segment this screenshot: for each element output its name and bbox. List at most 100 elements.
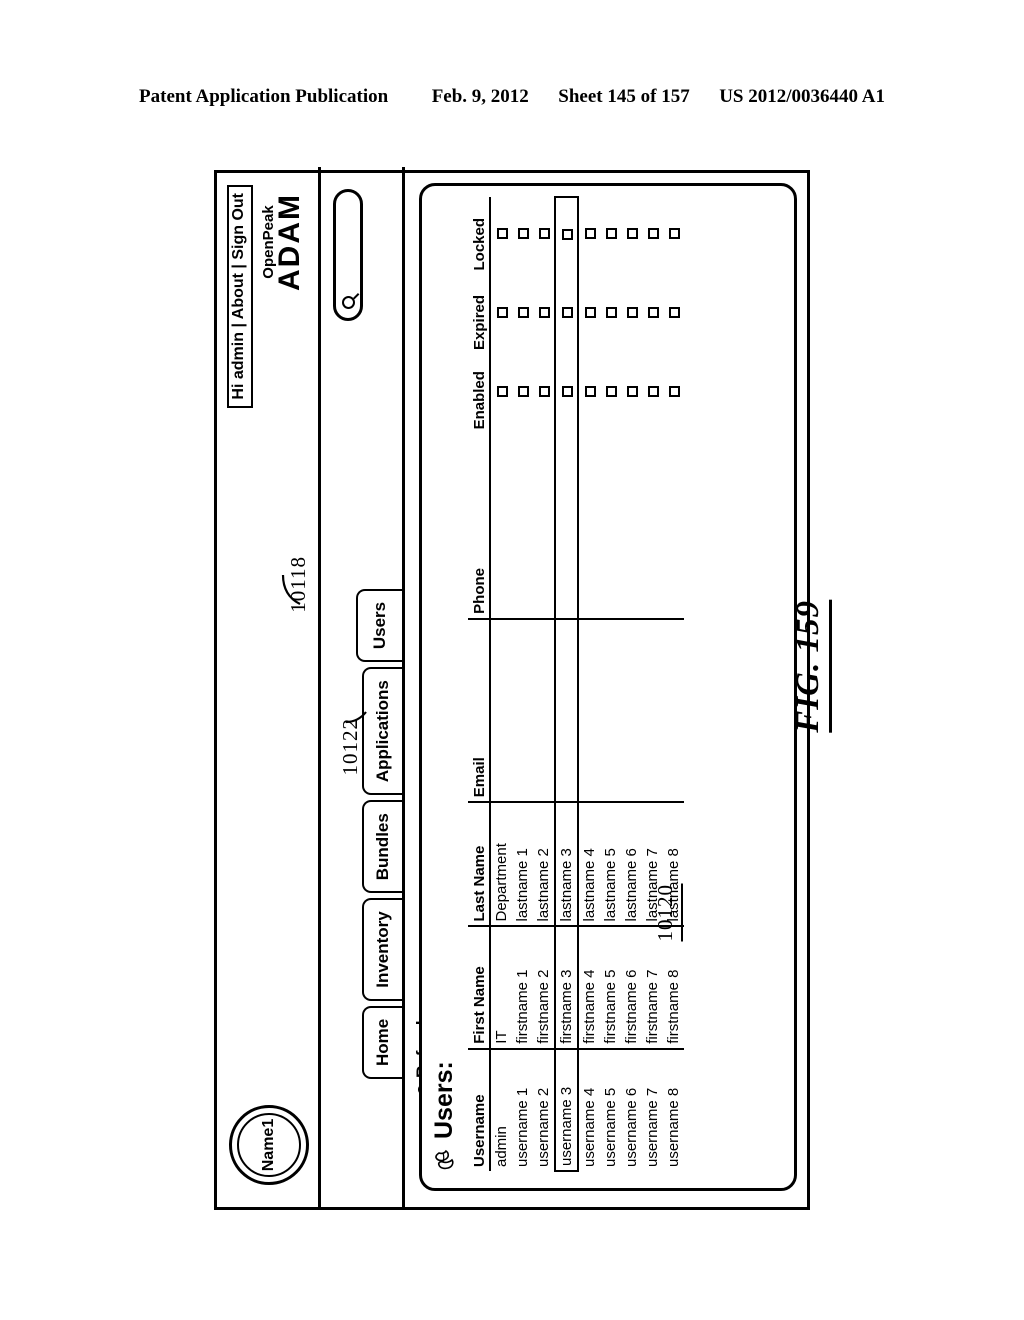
tab-users-label: Users xyxy=(370,601,389,650)
expired-checkbox[interactable] xyxy=(561,306,573,318)
expired-checkbox[interactable] xyxy=(584,306,596,318)
cell-username: username 5 xyxy=(600,1048,621,1171)
expired-checkbox[interactable] xyxy=(668,306,680,318)
reference-numeral-10118: 10118 xyxy=(286,556,310,613)
column-header-email[interactable]: Email xyxy=(468,618,490,803)
tab-bundles-label: Bundles xyxy=(373,813,392,881)
cell-first-name: firstname 6 xyxy=(621,926,642,1049)
table-header-row: Username First Name Last Name Email Phon… xyxy=(468,197,490,1171)
cell-email xyxy=(578,618,600,803)
cell-username: username 2 xyxy=(533,1048,555,1171)
locked-checkbox[interactable] xyxy=(538,228,550,240)
locked-checkbox[interactable] xyxy=(605,228,617,240)
cell-enabled xyxy=(600,354,621,433)
expired-checkbox[interactable] xyxy=(605,306,617,318)
expired-checkbox[interactable] xyxy=(647,306,659,318)
cell-phone xyxy=(578,433,600,618)
expired-checkbox[interactable] xyxy=(538,306,550,318)
cell-email xyxy=(533,618,555,803)
page-title: Users: xyxy=(430,1061,459,1172)
table-row[interactable]: admin IT Department xyxy=(490,197,512,1171)
locked-checkbox[interactable] xyxy=(668,228,680,240)
enabled-checkbox[interactable] xyxy=(605,386,617,398)
cell-expired xyxy=(642,275,663,354)
enabled-checkbox[interactable] xyxy=(647,386,659,398)
cell-enabled xyxy=(578,354,600,433)
column-header-phone[interactable]: Phone xyxy=(468,433,490,619)
cell-locked xyxy=(533,197,555,275)
enabled-checkbox[interactable] xyxy=(517,386,529,398)
cell-enabled xyxy=(663,354,684,433)
tab-users[interactable]: Users xyxy=(356,588,402,663)
locked-checkbox[interactable] xyxy=(584,228,596,240)
cell-last-name: Department xyxy=(490,802,512,927)
column-header-last-name[interactable]: Last Name xyxy=(468,802,490,927)
enabled-checkbox[interactable] xyxy=(496,386,508,398)
cell-first-name: firstname 3 xyxy=(555,926,578,1049)
expired-checkbox[interactable] xyxy=(496,306,508,318)
cell-enabled xyxy=(621,354,642,433)
table-row[interactable]: username 4 firstname 4 lastname 4 xyxy=(578,197,600,1171)
enabled-checkbox[interactable] xyxy=(584,386,596,398)
column-header-expired[interactable]: Expired xyxy=(468,274,490,354)
brand-logo: OpenPeak ADAM xyxy=(260,193,306,291)
cell-locked xyxy=(512,197,533,275)
table-row[interactable]: username 1 firstname 1 lastname 1 xyxy=(512,197,533,1171)
cell-enabled xyxy=(490,354,512,433)
cell-first-name: firstname 8 xyxy=(663,926,684,1049)
expired-checkbox[interactable] xyxy=(626,306,638,318)
account-links[interactable]: Hi admin | About | Sign Out xyxy=(227,185,253,408)
users-panel: Users: Username First Name Last Name Ema… xyxy=(419,183,797,1191)
enabled-checkbox[interactable] xyxy=(561,386,573,398)
cell-locked xyxy=(621,197,642,275)
locked-checkbox[interactable] xyxy=(561,228,573,240)
cell-first-name: firstname 7 xyxy=(642,926,663,1049)
table-row[interactable]: username 2 firstname 2 lastname 2 xyxy=(533,197,555,1171)
cell-last-name: lastname 2 xyxy=(533,802,555,927)
enabled-checkbox[interactable] xyxy=(626,386,638,398)
tab-inventory[interactable]: Inventory xyxy=(362,898,402,1001)
brand-badge: Name1 xyxy=(229,1105,309,1185)
tab-inventory-label: Inventory xyxy=(373,911,392,988)
cell-expired xyxy=(600,275,621,354)
cell-username: username 1 xyxy=(512,1048,533,1171)
reference-numeral-10120: 10120 xyxy=(653,884,683,942)
cell-last-name: lastname 4 xyxy=(578,802,600,927)
tab-home[interactable]: Home xyxy=(362,1005,402,1079)
enabled-checkbox[interactable] xyxy=(668,386,680,398)
table-row[interactable]: username 5 firstname 5 lastname 5 xyxy=(600,197,621,1171)
column-header-locked[interactable]: Locked xyxy=(468,197,490,275)
brand-badge-label: Name1 xyxy=(237,1113,301,1177)
tab-bundles[interactable]: Bundles xyxy=(362,800,402,894)
figure-label: FIG. 159 xyxy=(790,600,832,733)
cell-phone xyxy=(533,433,555,618)
table-row[interactable]: username 6 firstname 6 lastname 6 xyxy=(621,197,642,1171)
cell-expired xyxy=(533,275,555,354)
search-input[interactable] xyxy=(333,189,363,321)
reference-numeral-10122: 10122 xyxy=(338,718,362,776)
cell-last-name: lastname 6 xyxy=(621,802,642,927)
table-row-selected[interactable]: username 3 firstname 3 lastname 3 xyxy=(555,197,578,1171)
cell-locked xyxy=(642,197,663,275)
enabled-checkbox[interactable] xyxy=(538,386,550,398)
locked-checkbox[interactable] xyxy=(517,228,529,240)
tab-applications[interactable]: Applications xyxy=(362,667,402,796)
table-row[interactable]: username 8 firstname 8 lastname 8 xyxy=(663,197,684,1171)
locked-checkbox[interactable] xyxy=(626,228,638,240)
cell-first-name: IT xyxy=(490,926,512,1049)
cell-locked xyxy=(578,197,600,275)
cell-username: admin xyxy=(490,1048,512,1171)
cell-email xyxy=(621,618,642,803)
cell-email xyxy=(642,618,663,803)
cell-expired xyxy=(663,275,684,354)
column-header-first-name[interactable]: First Name xyxy=(468,926,490,1049)
column-header-enabled[interactable]: Enabled xyxy=(468,353,490,434)
figure-area: Name1 Hi admin | About | Sign Out OpenPe… xyxy=(0,0,1024,1320)
locked-checkbox[interactable] xyxy=(647,228,659,240)
table-row[interactable]: username 7 firstname 7 lastname 7 xyxy=(642,197,663,1171)
cell-phone xyxy=(490,433,512,618)
expired-checkbox[interactable] xyxy=(517,306,529,318)
locked-checkbox[interactable] xyxy=(496,228,508,240)
cell-locked xyxy=(555,197,578,275)
column-header-username[interactable]: Username xyxy=(468,1048,490,1171)
